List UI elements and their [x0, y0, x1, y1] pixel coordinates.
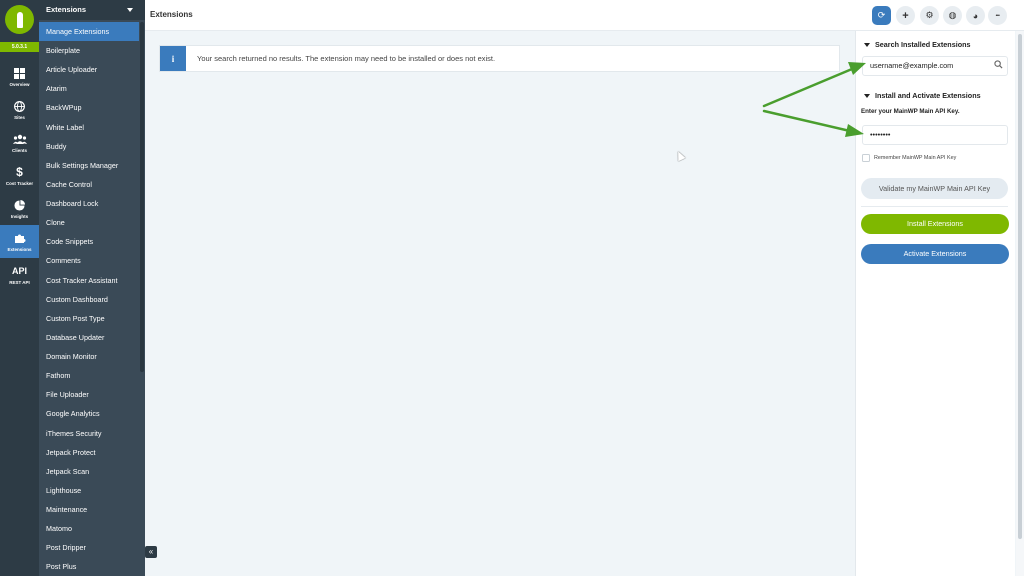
caret-down-icon [864, 42, 870, 47]
users-icon [12, 132, 27, 146]
annotation-arrow-to-search [762, 67, 854, 108]
submenu-item[interactable]: Post Dripper [39, 538, 139, 557]
submenu-item[interactable]: Domain Monitor [39, 347, 139, 366]
rail-label: REST API [9, 280, 30, 285]
sync-icon: ⟳ [877, 10, 886, 20]
submenu-item[interactable]: Cache Control [39, 175, 139, 194]
submenu-item[interactable]: Post Plus [39, 557, 139, 576]
remember-key-label: Remember MainWP Main API Key [874, 155, 957, 161]
rail-label: Insights [10, 214, 29, 219]
settings-button[interactable]: ⚙ [920, 6, 939, 25]
submenu-item[interactable]: Clone [39, 213, 139, 232]
submenu-item[interactable]: Custom Dashboard [39, 290, 139, 309]
submenu-item[interactable]: Dashboard Lock [39, 194, 139, 213]
submenu-item[interactable]: iThemes Security [39, 424, 139, 443]
search-section-header[interactable]: Search Installed Extensions [864, 40, 970, 49]
submenu-item[interactable]: Jetpack Scan [39, 462, 139, 481]
submenu-item[interactable]: File Uploader [39, 385, 139, 404]
rail-item-sites[interactable]: Sites [0, 93, 39, 126]
submenu-item[interactable]: Matomo [39, 519, 139, 538]
extensions-submenu: Extensions Manage Extensions Boilerplate A… [39, 0, 145, 576]
submenu-item[interactable]: Cost Tracker Assistant [39, 271, 139, 290]
rail-item-clients[interactable]: Clients [0, 126, 39, 159]
submenu-item[interactable]: Bulk Settings Manager [39, 156, 139, 175]
plus-icon: + [902, 9, 909, 22]
rail-item-extensions[interactable]: Extensions [0, 225, 39, 258]
search-extensions-input[interactable]: username@example.com [862, 56, 1008, 76]
submenu-item[interactable]: Maintenance [39, 500, 139, 519]
submenu-item[interactable]: Google Analytics [39, 404, 139, 423]
divider [861, 206, 1008, 207]
install-extensions-button[interactable]: Install Extensions [861, 214, 1009, 234]
submenu-item[interactable]: Manage Extensions [39, 22, 139, 41]
dollar-icon: $ [16, 164, 23, 179]
submenu-header[interactable]: Extensions [39, 0, 145, 20]
rail-item-overview[interactable]: Overview [0, 60, 39, 93]
grid-icon [14, 66, 25, 80]
submenu-item[interactable]: Lighthouse [39, 481, 139, 500]
puzzle-icon [14, 231, 26, 245]
search-section-title: Search Installed Extensions [875, 40, 971, 49]
add-button[interactable]: + [896, 6, 915, 25]
rail-label: Sites [14, 115, 25, 120]
palette-icon: ◕ [972, 10, 979, 21]
info-icon: i [160, 46, 186, 71]
submenu-item[interactable]: Buddy [39, 137, 139, 156]
submenu-item[interactable]: Article Uploader [39, 60, 139, 79]
rail-item-rest-api[interactable]: API REST API [0, 258, 39, 291]
submenu-item[interactable]: BackWPup [39, 98, 139, 117]
submenu-item[interactable]: Boilerplate [39, 41, 139, 60]
theme-button[interactable]: ◕ [966, 6, 985, 25]
version-badge: 5.0.3.1 [0, 42, 39, 52]
caret-down-icon [864, 93, 870, 98]
submenu-item[interactable]: Atarim [39, 79, 139, 98]
annotation-arrow-to-key [762, 109, 852, 133]
submenu-header-label: Extensions [46, 5, 87, 14]
api-key-input[interactable]: •••••••• [862, 125, 1008, 145]
no-results-text: Your search returned no results. The ext… [197, 54, 496, 63]
activate-extensions-button[interactable]: Activate Extensions [861, 244, 1009, 264]
mainwp-logo[interactable] [5, 5, 34, 34]
submenu-item[interactable]: Fathom [39, 366, 139, 385]
rail-label: Clients [11, 148, 27, 153]
no-results-message: i Your search returned no results. The e… [159, 45, 840, 72]
gear-icon: ⚙ [925, 10, 934, 20]
pie-chart-icon [14, 198, 25, 212]
submenu-item[interactable]: White Label [39, 118, 139, 137]
rail-label: Overview [9, 82, 30, 87]
rail-item-cost-tracker[interactable]: $ Cost Tracker [0, 159, 39, 192]
collapse-sidebar-button[interactable]: « [145, 546, 157, 558]
mouse-cursor [674, 149, 686, 162]
rail-label: Cost Tracker [5, 181, 34, 186]
caret-down-icon [127, 8, 133, 12]
submenu-item[interactable]: Code Snippets [39, 232, 139, 251]
validate-key-button[interactable]: Validate my MainWP Main API Key [861, 178, 1008, 199]
globe-icon: ◍ [948, 10, 957, 20]
submenu-item[interactable]: Comments [39, 251, 139, 270]
submenu-item[interactable]: Jetpack Protect [39, 443, 139, 462]
more-icon: ••• [995, 12, 1000, 19]
icon-rail: 5.0.3.1 Overview Sites Clients $ Cost Tr… [0, 0, 39, 576]
rail-label: Extensions [7, 247, 32, 252]
more-button[interactable]: ••• [988, 6, 1007, 25]
top-bar: Extensions ⟳ + ⚙ ◍ ◕ ••• [145, 0, 1024, 31]
submenu-item[interactable]: Custom Post Type [39, 309, 139, 328]
rail-item-insights[interactable]: Insights [0, 192, 39, 225]
remember-key-checkbox[interactable] [862, 154, 870, 162]
globe-icon [14, 99, 25, 113]
api-key-label: Enter your MainWP Main API Key. [861, 108, 960, 115]
api-icon: API [11, 265, 27, 276]
install-section-title: Install and Activate Extensions [875, 91, 981, 100]
page-title: Extensions [150, 10, 193, 19]
install-section-header[interactable]: Install and Activate Extensions [864, 91, 981, 100]
submenu-item[interactable]: Database Updater [39, 328, 139, 347]
submenu-scrollbar[interactable] [140, 22, 144, 372]
panel-scrollbar-thumb[interactable] [1018, 34, 1022, 539]
search-icon[interactable] [994, 60, 1003, 69]
sync-button[interactable]: ⟳ [872, 6, 891, 25]
sites-button[interactable]: ◍ [943, 6, 962, 25]
